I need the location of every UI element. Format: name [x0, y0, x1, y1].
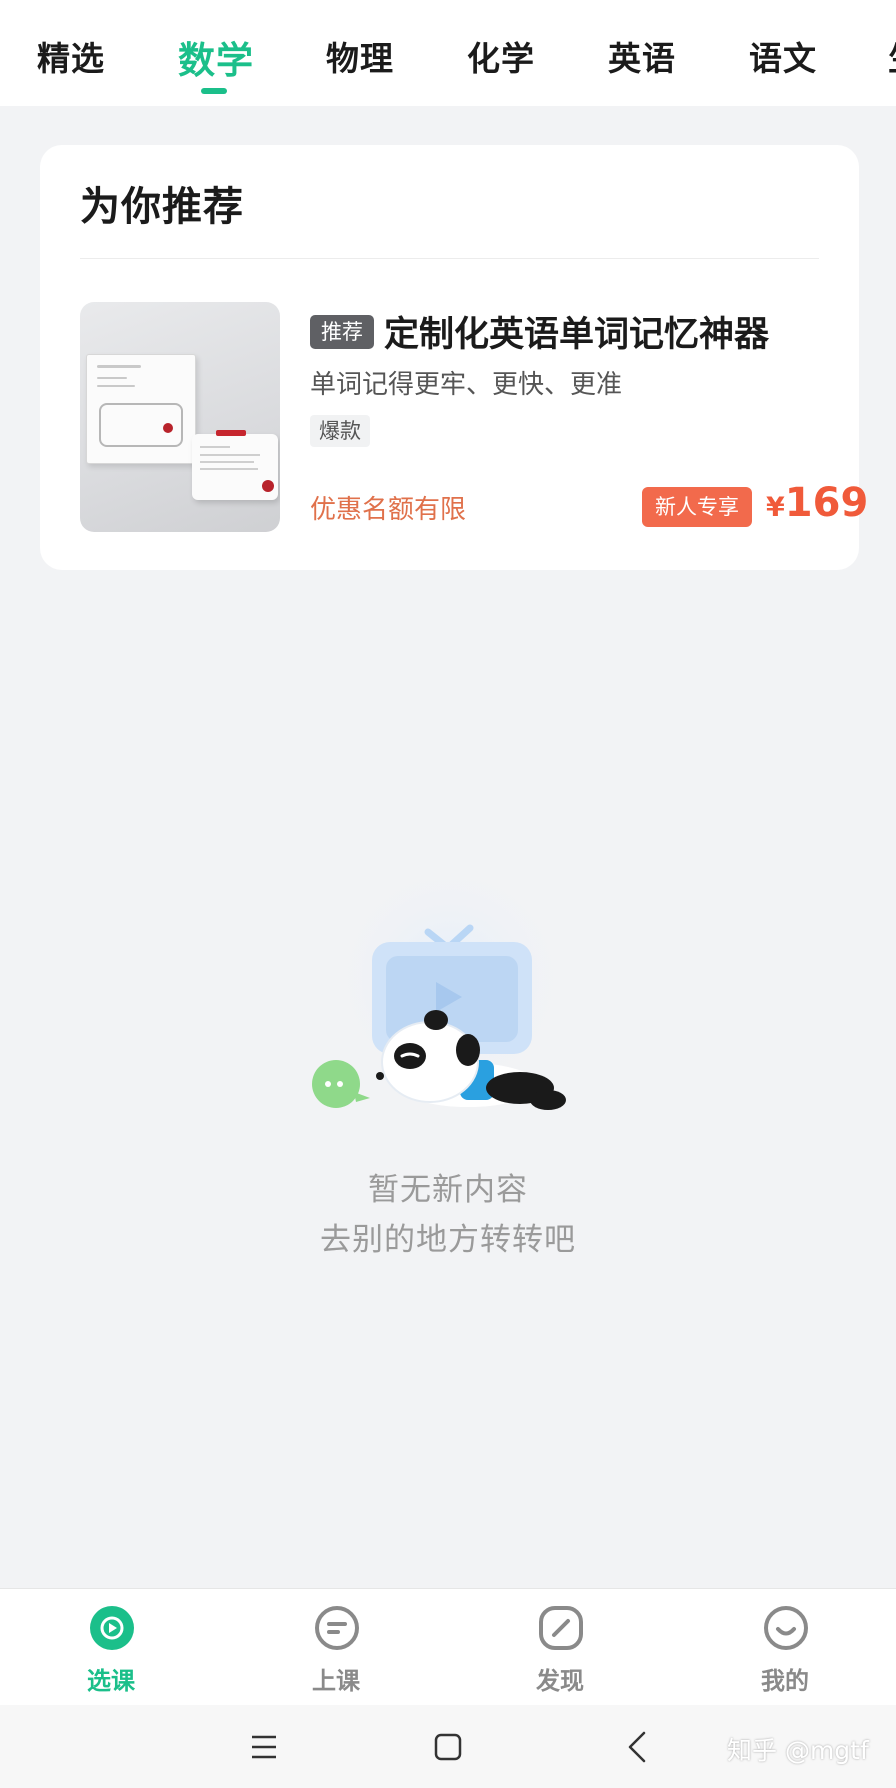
product-title: 定制化英语单词记忆神器 [384, 315, 770, 355]
hot-tag: 爆款 [310, 415, 370, 447]
empty-state-subtitle: 去别的地方转转吧 [320, 1222, 576, 1258]
smile-icon [764, 1606, 808, 1650]
nav-class[interactable]: 上课 [276, 1605, 396, 1695]
nav-mine[interactable]: 我的 [725, 1605, 845, 1695]
nav-discover[interactable]: 发现 [500, 1605, 620, 1695]
watermark: 知乎 @mgtf [727, 1736, 869, 1765]
tab-physics[interactable]: 物理 [326, 32, 394, 80]
bottom-navigation: 选课 上课 发现 我的 [0, 1588, 896, 1705]
active-tab-indicator [201, 88, 227, 94]
play-circle-icon [90, 1606, 134, 1650]
tab-chemistry[interactable]: 化学 [467, 32, 535, 80]
product-thumbnail [80, 302, 280, 532]
product-item[interactable]: 推荐 定制化英语单词记忆神器 单词记得更牢、更快、更准 爆款 优惠名额有限 新人… [80, 302, 868, 532]
empty-state-title: 暂无新内容 [368, 1172, 528, 1208]
tab-featured[interactable]: 精选 [37, 32, 105, 80]
tab-biology[interactable]: 生 [888, 32, 896, 80]
recommend-badge: 推荐 [310, 315, 374, 349]
empty-state-illustration [312, 880, 566, 1110]
product-price: ¥169 [766, 480, 868, 526]
tab-english[interactable]: 英语 [608, 32, 676, 80]
system-navigation-bar: 知乎 @mgtf [0, 1705, 896, 1788]
nav-label-class: 上课 [312, 1667, 360, 1695]
back-icon[interactable] [618, 1727, 658, 1767]
price-amount: 169 [784, 480, 869, 526]
nav-select-course[interactable]: 选课 [51, 1605, 171, 1695]
tab-math[interactable]: 数学 [178, 30, 254, 84]
discover-icon [539, 1606, 583, 1650]
home-icon[interactable] [428, 1727, 468, 1767]
divider [80, 258, 819, 259]
nav-label-select-course: 选课 [87, 1667, 135, 1695]
new-user-badge: 新人专享 [642, 487, 752, 527]
recommend-title: 为你推荐 [80, 184, 244, 230]
menu-icon[interactable] [244, 1727, 284, 1767]
price-currency: ¥ [766, 492, 785, 523]
tab-chinese[interactable]: 语文 [749, 32, 817, 80]
limited-offer-text: 优惠名额有限 [310, 495, 467, 525]
recommend-card: 为你推荐 推荐 定制化英语单词记忆神器 单词记得更牢、更快、更准 爆款 优惠名额… [40, 145, 868, 570]
nav-label-mine: 我的 [761, 1667, 809, 1695]
nav-label-discover: 发现 [536, 1667, 584, 1695]
product-subtitle: 单词记得更牢、更快、更准 [310, 370, 623, 400]
class-icon [315, 1606, 359, 1650]
category-tab-bar: 精选 数学 物理 化学 英语 语文 生 [0, 0, 896, 106]
